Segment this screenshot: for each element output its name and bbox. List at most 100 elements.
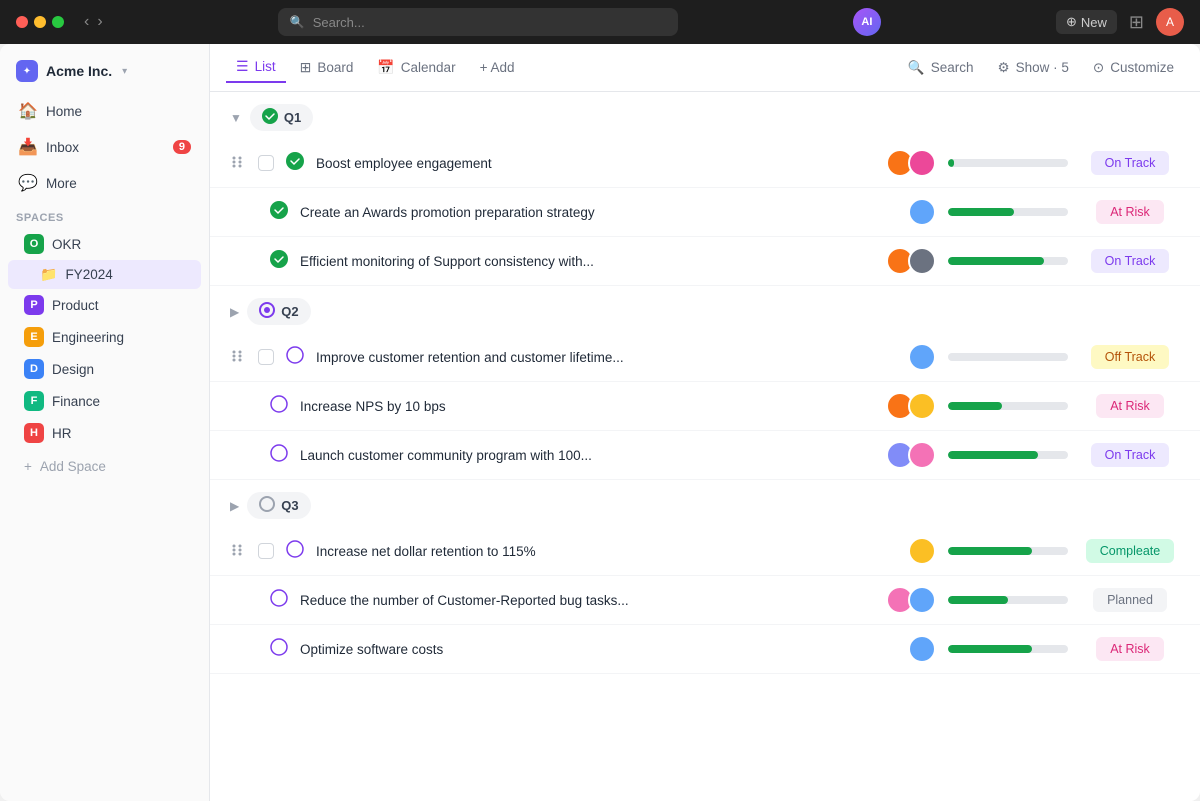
add-space-button[interactable]: + Add Space [8, 453, 201, 480]
board-icon: ⊞ [300, 59, 312, 76]
avatar [908, 586, 936, 614]
status-badge: Compleate [1086, 539, 1174, 563]
goal-status-icon [286, 540, 304, 563]
avatar [908, 392, 936, 420]
sidebar-item-fy2024[interactable]: 📁 FY2024 [8, 260, 201, 289]
table-row[interactable]: Boost employee engagementOn Track [210, 139, 1200, 188]
status-badge: At Risk [1096, 200, 1164, 224]
forward-icon[interactable]: › [97, 13, 102, 31]
design-icon: D [24, 359, 44, 379]
add-button[interactable]: + Add [470, 54, 525, 81]
goal-progress [948, 451, 1068, 459]
okr-label: OKR [52, 237, 81, 252]
goal-status: At Risk [1080, 394, 1180, 418]
quarter-header-q2[interactable]: ▶Q2 [210, 286, 1200, 333]
grid-icon[interactable]: ⊞ [1129, 12, 1144, 33]
goal-status-icon [270, 638, 288, 661]
sidebar-item-inbox[interactable]: 📥 Inbox 9 [8, 130, 201, 164]
add-icon: + [24, 459, 32, 474]
avatar [908, 247, 936, 275]
show-button[interactable]: ⚙ Show · 5 [988, 54, 1079, 82]
filter-icon: ⚙ [998, 60, 1010, 76]
goal-status-icon [270, 201, 288, 224]
goal-status: Off Track [1080, 345, 1180, 369]
goal-progress [948, 257, 1068, 265]
quarter-badge: Q3 [247, 492, 310, 519]
sidebar-item-finance[interactable]: F Finance [8, 385, 201, 417]
brand[interactable]: ✦ Acme Inc. ▾ [0, 56, 209, 94]
user-avatar[interactable]: A [1156, 8, 1184, 36]
toolbar: ☰ List ⊞ Board 📅 Calendar + Add 🔍 Search [210, 44, 1200, 92]
tab-calendar[interactable]: 📅 Calendar [367, 53, 465, 82]
inbox-icon: 📥 [18, 137, 36, 157]
design-label: Design [52, 362, 94, 377]
ai-button[interactable]: AI [853, 8, 881, 36]
sidebar-item-more[interactable]: 💬 More [8, 166, 201, 200]
sidebar-item-okr[interactable]: O OKR [8, 228, 201, 260]
table-row[interactable]: Launch customer community program with 1… [210, 431, 1200, 480]
back-icon[interactable]: ‹ [84, 13, 89, 31]
goal-progress [948, 402, 1068, 410]
checkbox[interactable] [258, 155, 274, 171]
goal-name: Optimize software costs [300, 642, 896, 657]
sidebar-item-design[interactable]: D Design [8, 353, 201, 385]
quarter-header-q1[interactable]: ▼Q1 [210, 92, 1200, 139]
goal-status: Compleate [1080, 539, 1180, 563]
toolbar-right: 🔍 Search ⚙ Show · 5 ⊙ Customize [898, 54, 1184, 82]
sidebar-item-engineering[interactable]: E Engineering [8, 321, 201, 353]
goal-avatars [886, 441, 936, 469]
table-row[interactable]: Reduce the number of Customer-Reported b… [210, 576, 1200, 625]
new-button[interactable]: ⊕ New [1056, 10, 1117, 34]
checkbox[interactable] [258, 349, 274, 365]
window-controls [16, 16, 64, 28]
goal-status: At Risk [1080, 637, 1180, 661]
more-icon: 💬 [18, 173, 36, 193]
goal-progress [948, 159, 1068, 167]
finance-label: Finance [52, 394, 100, 409]
plus-icon: ⊕ [1066, 14, 1077, 30]
sidebar-item-product[interactable]: P Product [8, 289, 201, 321]
status-badge: Planned [1093, 588, 1167, 612]
goal-avatars [908, 343, 936, 371]
tab-list[interactable]: ☰ List [226, 52, 286, 83]
sidebar-item-hr[interactable]: H HR [8, 417, 201, 449]
checkbox[interactable] [258, 543, 274, 559]
global-search[interactable]: 🔍 Search... [278, 8, 678, 36]
close-button[interactable] [16, 16, 28, 28]
table-row[interactable]: Create an Awards promotion preparation s… [210, 188, 1200, 237]
goal-status-icon [270, 250, 288, 273]
product-icon: P [24, 295, 44, 315]
goal-name: Improve customer retention and customer … [316, 350, 896, 365]
goal-name: Launch customer community program with 1… [300, 448, 874, 463]
table-row[interactable]: Efficient monitoring of Support consiste… [210, 237, 1200, 286]
customize-button[interactable]: ⊙ Customize [1083, 54, 1184, 82]
goal-name: Increase NPS by 10 bps [300, 399, 874, 414]
sidebar-item-home[interactable]: 🏠 Home [8, 94, 201, 128]
drag-handle-icon[interactable] [230, 543, 246, 560]
goal-status: On Track [1080, 151, 1180, 175]
maximize-button[interactable] [52, 16, 64, 28]
quarter-label: Q1 [284, 110, 301, 125]
brand-name: Acme Inc. [46, 63, 112, 79]
table-row[interactable]: Improve customer retention and customer … [210, 333, 1200, 382]
table-row[interactable]: Optimize software costs At Risk [210, 625, 1200, 674]
drag-handle-icon[interactable] [230, 155, 246, 172]
main-layout: ✦ Acme Inc. ▾ 🏠 Home 📥 Inbox 9 💬 More Sp… [0, 44, 1200, 801]
customize-icon: ⊙ [1093, 60, 1104, 76]
drag-handle-icon[interactable] [230, 349, 246, 366]
search-button[interactable]: 🔍 Search [898, 54, 984, 82]
goal-avatars [908, 198, 936, 226]
tab-board[interactable]: ⊞ Board [290, 53, 364, 82]
sidebar: ✦ Acme Inc. ▾ 🏠 Home 📥 Inbox 9 💬 More Sp… [0, 44, 210, 801]
goal-progress [948, 645, 1068, 653]
quarter-header-q3[interactable]: ▶ Q3 [210, 480, 1200, 527]
home-icon: 🏠 [18, 101, 36, 121]
table-row[interactable]: Increase net dollar retention to 115%Com… [210, 527, 1200, 576]
goal-progress [948, 596, 1068, 604]
brand-icon: ✦ [16, 60, 38, 82]
table-row[interactable]: Increase NPS by 10 bps At Risk [210, 382, 1200, 431]
quarter-status-icon [259, 302, 275, 321]
minimize-button[interactable] [34, 16, 46, 28]
quarter-toggle-icon: ▶ [230, 499, 239, 513]
sidebar-item-label: Inbox [46, 140, 79, 155]
